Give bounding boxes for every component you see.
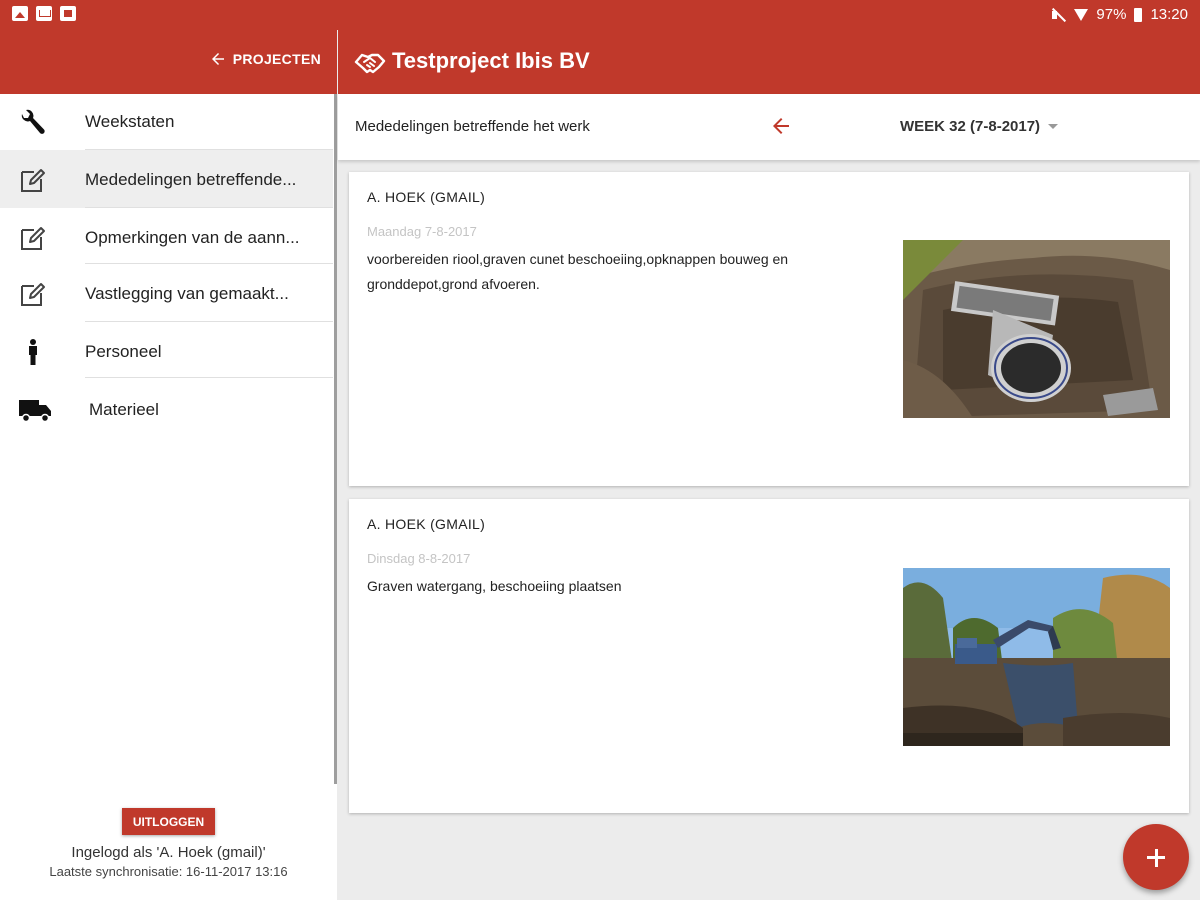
status-notifications <box>12 6 76 21</box>
message-card[interactable]: A. HOEK (GMAIL) Dinsdag 8-8-2017 Graven … <box>349 499 1189 813</box>
back-to-projects-button[interactable]: PROJECTEN <box>209 50 321 68</box>
caret-down-icon <box>1048 124 1059 129</box>
card-date: Maandag 7-8-2017 <box>367 224 477 239</box>
sidebar-item-opmerkingen[interactable]: Opmerkingen van de aann... <box>0 208 333 264</box>
status-system: 97% 13:20 <box>1050 6 1188 23</box>
sidebar-item-mededelingen[interactable]: Mededelingen betreffende... <box>0 150 333 208</box>
add-button[interactable] <box>1123 824 1189 890</box>
mute-icon <box>1050 8 1066 22</box>
card-text: Graven watergang, beschoeiing plaatsen <box>367 578 622 594</box>
photo-thumbnail[interactable] <box>903 568 1170 746</box>
battery-percent: 97% <box>1096 6 1127 23</box>
sidebar-item-weekstaten[interactable]: Weekstaten <box>0 94 333 150</box>
arrow-left-icon <box>211 53 224 65</box>
wifi-icon <box>1074 8 1089 21</box>
flag-icon <box>60 6 76 21</box>
person-icon <box>29 339 37 365</box>
sidebar-item-label: Personeel <box>85 342 162 361</box>
last-sync-text: Laatste synchronisatie: 16-11-2017 13:16 <box>49 864 288 879</box>
wrench-icon <box>21 109 45 134</box>
week-dropdown-value: WEEK 32 (7-8-2017) <box>900 118 1041 135</box>
arrow-left-icon[interactable] <box>768 114 794 138</box>
mail-icon <box>36 6 52 21</box>
logout-button[interactable]: UITLOGGEN <box>122 808 215 835</box>
edit-icon <box>21 169 45 192</box>
back-to-projects-label: PROJECTEN <box>232 51 321 67</box>
card-text: voorbereiden riool,graven cunet beschoei… <box>367 251 789 292</box>
edit-icon <box>21 283 45 306</box>
logged-in-as-text: Ingelogd als 'A. Hoek (gmail)' <box>71 844 266 861</box>
sidebar-item-label: Opmerkingen van de aann... <box>85 228 300 247</box>
image-icon <box>12 6 28 21</box>
sidebar-item-label: Weekstaten <box>85 112 175 131</box>
sidebar-header: PROJECTEN <box>0 30 337 94</box>
sidebar-item-label: Mededelingen betreffende... <box>85 170 297 189</box>
sidebar-item-label: Materieel <box>89 400 159 419</box>
sidebar-item-materieel[interactable]: Materieel <box>0 378 333 434</box>
app-bar: Testproject Ibis BV <box>338 30 1200 94</box>
toolbar: Mededelingen betreffende het werk WEEK 3… <box>338 94 1200 160</box>
edit-icon <box>21 227 45 250</box>
week-dropdown[interactable]: WEEK 32 (7-8-2017) <box>900 118 1059 135</box>
truck-icon <box>19 400 51 423</box>
page-title: Testproject Ibis BV <box>392 48 590 73</box>
sidebar-item-vastlegging[interactable]: Vastlegging van gemaakt... <box>0 264 333 322</box>
sidebar-item-label: Vastlegging van gemaakt... <box>85 284 289 303</box>
photo-thumbnail[interactable] <box>903 240 1170 418</box>
section-title: Mededelingen betreffende het werk <box>355 118 590 135</box>
clock: 13:20 <box>1150 6 1188 23</box>
handshake-icon <box>354 53 386 74</box>
card-date: Dinsdag 8-8-2017 <box>367 551 471 566</box>
battery-icon <box>1134 7 1143 22</box>
sidebar-item-personeel[interactable]: Personeel <box>0 322 333 378</box>
card-author: A. HOEK (GMAIL) <box>367 516 486 532</box>
excavator-photo <box>903 568 1170 746</box>
card-author: A. HOEK (GMAIL) <box>367 189 486 205</box>
sidebar: Weekstaten Mededelingen betreffende... O… <box>0 94 337 900</box>
message-card[interactable]: A. HOEK (GMAIL) Maandag 7-8-2017 voorber… <box>349 172 1189 486</box>
sewer-pipe-photo <box>903 240 1170 418</box>
status-bar: 97% 13:20 <box>0 0 1200 30</box>
